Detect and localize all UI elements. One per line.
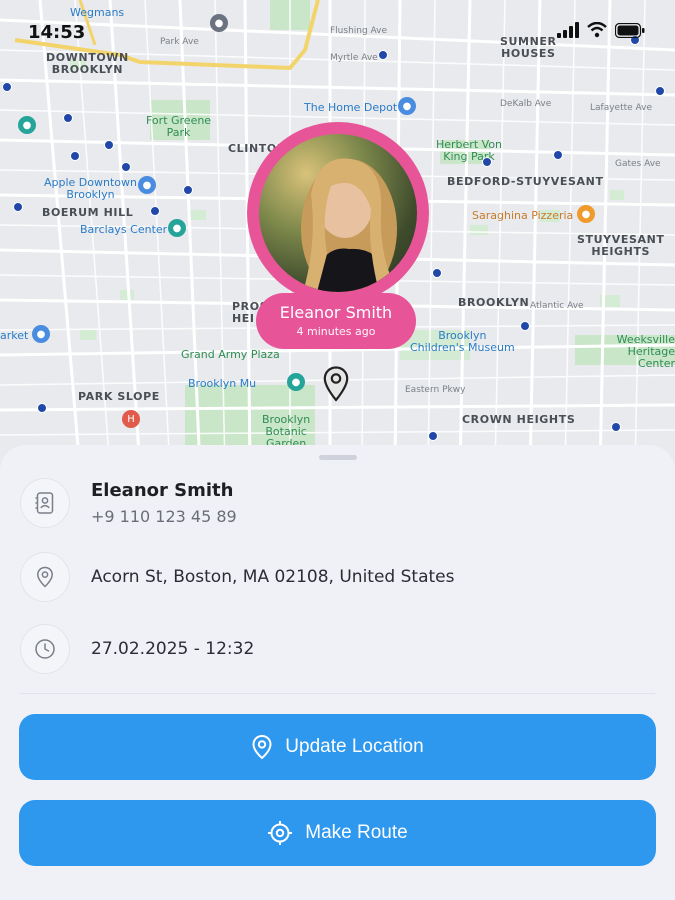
museum-icon: ● xyxy=(287,373,305,391)
wifi-icon xyxy=(587,22,607,38)
map-poi-saraghina[interactable]: Saraghina Pizzeria xyxy=(472,210,573,222)
map-poi-brooklyn-museum[interactable]: Brooklyn Mu xyxy=(188,378,256,390)
contact-card-icon xyxy=(20,478,70,528)
map-poi-childrens-museum[interactable]: Brooklyn Children's Museum xyxy=(410,330,515,354)
street-label-flushing: Flushing Ave xyxy=(330,26,388,36)
place-icon: ● xyxy=(18,116,36,134)
map-label-park-slope: PARK SLOPE xyxy=(78,390,160,403)
place-icon: ● xyxy=(210,14,228,32)
map-label-bedford-stuyvesant: BEDFORD-STUYVESANT xyxy=(447,175,604,188)
subway-stop-icon xyxy=(520,321,530,331)
divider xyxy=(20,693,655,694)
subway-stop-icon xyxy=(2,82,12,92)
subway-stop-icon xyxy=(121,162,131,172)
map-poi-home-depot[interactable]: The Home Depot xyxy=(304,102,397,114)
map-view[interactable]: DOWNTOWN BROOKLYN CLINTON BOERUM HILL BE… xyxy=(0,0,675,470)
map-label-crown-heights: CROWN HEIGHTS xyxy=(462,413,576,426)
contact-phone[interactable]: +9 110 123 45 89 xyxy=(91,507,237,526)
map-poi-barclays[interactable]: Barclays Center xyxy=(80,224,167,236)
map-poi-herbert-von-king[interactable]: Herbert Von King Park xyxy=(436,139,502,163)
map-label-downtown-brooklyn: DOWNTOWN BROOKLYN xyxy=(46,51,129,76)
status-time: 14:53 xyxy=(28,22,86,43)
update-location-label: Update Location xyxy=(285,736,424,757)
subway-stop-icon xyxy=(13,202,23,212)
location-pin-icon[interactable] xyxy=(323,366,349,402)
subway-stop-icon xyxy=(70,151,80,161)
status-icons xyxy=(557,22,645,38)
bottom-sheet: Eleanor Smith +9 110 123 45 89 Acorn St,… xyxy=(0,445,675,900)
hospital-icon: H xyxy=(122,410,140,428)
avatar xyxy=(259,134,417,292)
map-label-brooklyn: BROOKLYN xyxy=(458,296,530,309)
battery-icon xyxy=(615,22,645,38)
subway-stop-icon xyxy=(432,268,442,278)
map-poi-grand-army[interactable]: Grand Army Plaza xyxy=(181,349,280,361)
location-pin-icon xyxy=(20,552,70,602)
datetime-text: 27.02.2025 - 12:32 xyxy=(91,639,255,659)
map-poi-market[interactable]: arket xyxy=(0,330,28,342)
street-label-myrtle: Myrtle Ave xyxy=(330,53,378,63)
subway-stop-icon xyxy=(183,185,193,195)
clock-icon xyxy=(20,624,70,674)
location-pin-icon xyxy=(251,734,273,760)
street-label-park-ave: Park Ave xyxy=(160,37,199,47)
marker-time-ago: 4 minutes ago xyxy=(296,325,376,338)
map-label-sumner-houses: SUMNER HOUSES xyxy=(500,35,557,60)
sheet-drag-handle[interactable] xyxy=(319,455,357,460)
map-poi-wegmans[interactable]: Wegmans xyxy=(70,7,124,19)
subway-stop-icon xyxy=(150,206,160,216)
street-label-eastern-pkwy: Eastern Pkwy xyxy=(405,385,466,395)
shopping-bag-icon: ● xyxy=(398,97,416,115)
address-row: Acorn St, Boston, MA 02108, United State… xyxy=(20,552,454,602)
subway-stop-icon xyxy=(553,150,563,160)
map-poi-weeksville[interactable]: Weeksville Heritage Center xyxy=(590,334,675,370)
stadium-icon: ● xyxy=(168,219,186,237)
street-label-gates: Gates Ave xyxy=(615,159,661,169)
make-route-label: Make Route xyxy=(305,822,408,843)
marker-user-name: Eleanor Smith xyxy=(279,303,393,322)
user-avatar-marker[interactable] xyxy=(247,122,429,304)
restaurant-icon: ● xyxy=(577,205,595,223)
datetime-row: 27.02.2025 - 12:32 xyxy=(20,624,254,674)
map-label-boerum-hill: BOERUM HILL xyxy=(42,206,134,219)
subway-stop-icon xyxy=(63,113,73,123)
make-route-button[interactable]: Make Route xyxy=(19,800,656,866)
address-text: Acorn St, Boston, MA 02108, United State… xyxy=(91,567,455,587)
subway-stop-icon xyxy=(611,422,621,432)
subway-stop-icon xyxy=(37,403,47,413)
shopping-cart-icon: ● xyxy=(32,325,50,343)
contact-row[interactable]: Eleanor Smith +9 110 123 45 89 xyxy=(20,478,237,528)
street-label-lafayette: Lafayette Ave xyxy=(590,103,653,113)
subway-stop-icon xyxy=(655,86,665,96)
crosshair-icon xyxy=(267,820,293,846)
signal-icon xyxy=(557,22,579,38)
user-name-pill[interactable]: Eleanor Smith 4 minutes ago xyxy=(256,293,416,349)
street-label-atlantic: Atlantic Ave xyxy=(530,301,584,311)
subway-stop-icon xyxy=(428,431,438,441)
contact-name: Eleanor Smith xyxy=(91,480,234,501)
subway-stop-icon xyxy=(378,50,388,60)
subway-stop-icon xyxy=(482,157,492,167)
subway-stop-icon xyxy=(104,140,114,150)
map-poi-fort-greene[interactable]: Fort Greene Park xyxy=(146,115,211,139)
map-poi-apple[interactable]: Apple Downtown Brooklyn xyxy=(44,177,137,201)
shopping-bag-icon: ● xyxy=(138,176,156,194)
street-label-dekalb: DeKalb Ave xyxy=(500,99,552,109)
map-label-stuyvesant-heights: STUYVESANT HEIGHTS xyxy=(577,233,665,258)
update-location-button[interactable]: Update Location xyxy=(19,714,656,780)
